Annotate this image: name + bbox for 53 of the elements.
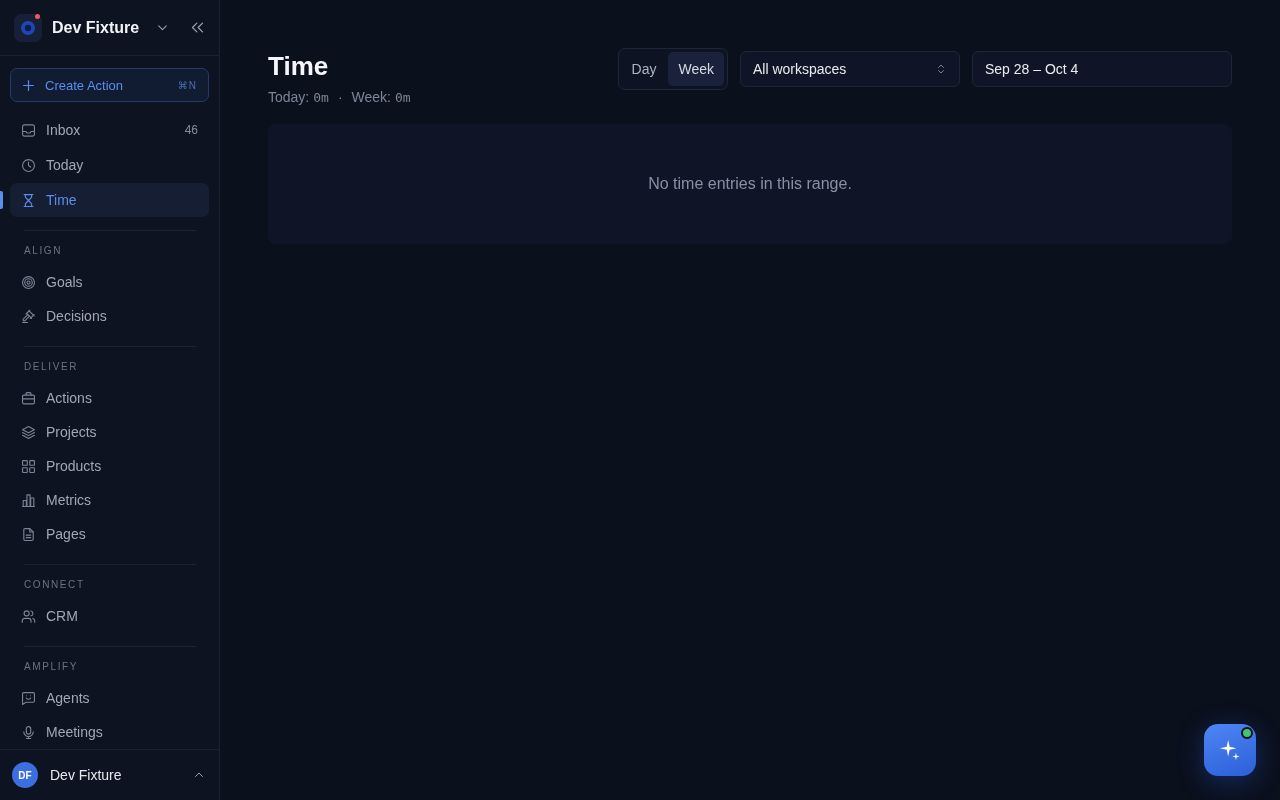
nav-item[interactable]: CRM	[10, 599, 209, 633]
briefcase-icon	[21, 390, 36, 406]
bar-chart-icon	[21, 492, 36, 508]
gavel-icon	[21, 308, 36, 324]
nav-item[interactable]: Inbox 46	[10, 113, 209, 147]
section-heading: DELIVER	[24, 361, 79, 373]
stat-value: 0m	[395, 89, 411, 107]
range-option[interactable]: Week	[668, 52, 724, 86]
active-indicator	[0, 191, 3, 209]
separator-dot: ·	[337, 88, 343, 106]
chevrons-up-down-icon	[935, 63, 947, 75]
target-icon	[21, 274, 36, 290]
nav-item[interactable]: Decisions	[10, 299, 209, 333]
user-menu-button[interactable]: DF Dev Fixture	[12, 757, 207, 793]
workspace-switcher[interactable]: Dev Fixture	[14, 11, 172, 44]
page-title: Time	[268, 50, 330, 82]
section-heading: CONNECT	[24, 579, 86, 591]
empty-state-message: No time entries in this range.	[648, 175, 852, 193]
workspace-select[interactable]: All workspaces	[740, 51, 960, 87]
document-icon	[21, 526, 36, 542]
nav-item[interactable]: Goals	[10, 265, 209, 299]
clock-icon	[21, 157, 36, 173]
stat-value: 0m	[313, 89, 329, 107]
layers-icon	[21, 424, 36, 440]
nav-item[interactable]: Meetings	[10, 715, 209, 749]
users-icon	[21, 608, 36, 624]
date-range-field[interactable]: Sep 28 – Oct 4	[972, 51, 1232, 87]
shortcut-hint: ⌘N	[177, 79, 197, 91]
nav-item[interactable]: Metrics	[10, 483, 209, 517]
nav-item[interactable]: Products	[10, 449, 209, 483]
assistant-button[interactable]	[1204, 724, 1256, 776]
nav-item[interactable]: Agents	[10, 681, 209, 715]
nav-item[interactable]: Today	[10, 148, 209, 182]
microphone-icon	[21, 724, 36, 740]
grid-icon	[21, 458, 36, 474]
nav-item[interactable]: Projects	[10, 415, 209, 449]
create-action-button[interactable]: Create Action ⌘N	[10, 68, 209, 102]
item-count: 46	[184, 123, 198, 137]
range-option[interactable]: Day	[621, 52, 667, 86]
section-heading: AMPLIFY	[24, 661, 79, 673]
inbox-icon	[21, 122, 36, 138]
stat-label: Today:	[268, 88, 310, 106]
avatar: DF	[12, 762, 38, 788]
plus-icon	[22, 78, 35, 92]
smiley-chat-icon	[21, 690, 36, 706]
section-heading: ALIGN	[24, 245, 63, 257]
logo-icon	[14, 13, 42, 42]
double-chevron-left-icon	[189, 20, 205, 35]
stat-label: Week:	[351, 88, 391, 106]
nav-item[interactable]: Pages	[10, 517, 209, 551]
sparkle-icon	[1219, 739, 1241, 761]
hourglass-icon	[21, 192, 36, 208]
nav-item[interactable]: Actions	[10, 381, 209, 415]
